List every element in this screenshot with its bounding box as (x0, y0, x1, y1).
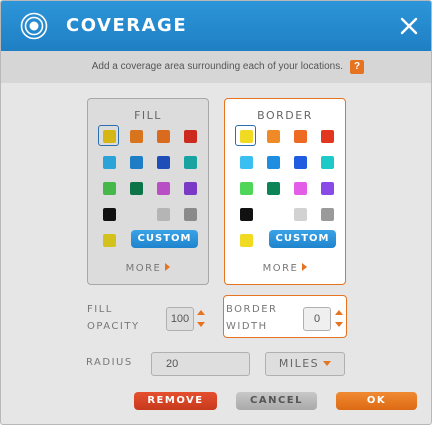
fill-swatch[interactable] (184, 182, 197, 195)
radius-label: RADIUS (86, 357, 133, 368)
border-swatch[interactable] (240, 208, 253, 221)
border-width-label-line1: BORDER (226, 304, 278, 315)
fill-more-link[interactable]: MORE (88, 263, 208, 274)
close-icon[interactable] (399, 16, 419, 36)
description-bar: Add a coverage area surrounding each of … (1, 51, 431, 83)
border-swatch[interactable] (267, 130, 280, 143)
border-width-input[interactable]: 0 (303, 307, 331, 331)
border-width-decrement[interactable] (335, 322, 343, 327)
fill-opacity-input[interactable]: 100 (166, 307, 194, 331)
fill-swatch[interactable] (184, 208, 197, 221)
triangle-right-icon (302, 263, 308, 271)
fill-swatch[interactable] (103, 234, 116, 247)
cancel-button[interactable]: CANCEL (236, 392, 317, 410)
border-swatch[interactable] (267, 208, 280, 221)
border-width-increment[interactable] (335, 310, 343, 315)
fill-swatch[interactable] (130, 182, 143, 195)
border-panel-title: BORDER (257, 109, 313, 122)
fill-opacity-decrement[interactable] (197, 322, 205, 327)
border-swatch[interactable] (240, 234, 253, 247)
fill-opacity-label-line1: FILL (87, 304, 113, 315)
border-swatch[interactable] (294, 182, 307, 195)
border-swatch[interactable] (267, 182, 280, 195)
dialog-title: COVERAGE (66, 15, 188, 36)
fill-more-label: MORE (125, 263, 162, 274)
fill-swatch[interactable] (157, 208, 170, 221)
fill-swatch[interactable] (103, 182, 116, 195)
fill-custom-button[interactable]: CUSTOM (131, 230, 198, 248)
target-rings-icon (20, 12, 48, 40)
border-swatch[interactable] (240, 156, 253, 169)
border-width-label-line2: WIDTH (226, 321, 268, 332)
fill-swatch[interactable] (184, 156, 197, 169)
description-text: Add a coverage area surrounding each of … (91, 61, 343, 72)
fill-swatch[interactable] (157, 130, 170, 143)
fill-swatch[interactable] (157, 182, 170, 195)
fill-swatch[interactable] (184, 130, 197, 143)
fill-swatch[interactable] (103, 208, 116, 221)
radius-input[interactable]: 20 (151, 352, 250, 376)
border-swatch[interactable] (321, 130, 334, 143)
fill-selected-ring (98, 125, 119, 146)
border-custom-button[interactable]: CUSTOM (269, 230, 336, 248)
border-swatch[interactable] (267, 156, 280, 169)
units-selected: MILES (278, 357, 320, 370)
border-selected-ring (235, 125, 256, 146)
border-swatch[interactable] (294, 130, 307, 143)
border-swatch[interactable] (240, 182, 253, 195)
units-dropdown[interactable]: MILES (265, 352, 345, 376)
border-width-group: BORDER WIDTH 0 (223, 295, 347, 338)
coverage-dialog: COVERAGE Add a coverage area surrounding… (0, 0, 432, 425)
fill-swatch[interactable] (103, 156, 116, 169)
help-button[interactable]: ? (350, 60, 364, 74)
fill-swatch[interactable] (130, 208, 143, 221)
triangle-right-icon (165, 263, 171, 271)
fill-swatch[interactable] (130, 156, 143, 169)
dialog-header: COVERAGE (1, 1, 431, 51)
ok-button[interactable]: OK (336, 392, 417, 410)
border-swatch[interactable] (294, 208, 307, 221)
chevron-down-icon (323, 361, 332, 366)
border-swatch[interactable] (321, 208, 334, 221)
fill-color-panel: FILL CUSTOM MORE (87, 98, 209, 285)
border-swatch[interactable] (294, 156, 307, 169)
fill-swatch[interactable] (130, 130, 143, 143)
fill-swatch[interactable] (157, 156, 170, 169)
fill-opacity-label-line2: OPACITY (87, 321, 140, 332)
border-swatch[interactable] (321, 156, 334, 169)
border-more-link[interactable]: MORE (225, 263, 345, 274)
fill-opacity-increment[interactable] (197, 310, 205, 315)
border-more-label: MORE (262, 263, 299, 274)
border-swatch[interactable] (321, 182, 334, 195)
fill-panel-title: FILL (134, 109, 162, 122)
remove-button[interactable]: REMOVE (134, 392, 217, 410)
border-color-panel: BORDER CUSTOM MORE (224, 98, 346, 285)
